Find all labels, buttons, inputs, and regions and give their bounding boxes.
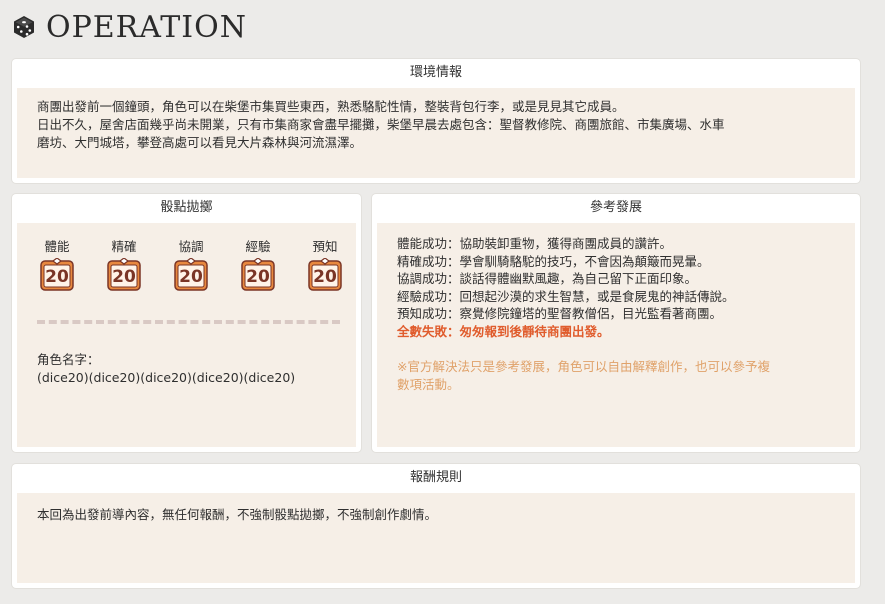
dashed-divider [37,320,340,324]
die-value: 20 [45,267,69,287]
die-value: 20 [112,267,136,287]
reward-text: 本回為出發前導內容，無任何報酬，不強制骰點拋擲，不強制創作劇情。 [37,507,438,522]
reference-lines: 體能成功：協助裝卸重物，獲得商團成員的讚許。 精確成功：學會馴騎駱駝的技巧，不會… [397,235,839,393]
die-label: 精確 [111,239,137,254]
die-stat-precision: 精確 20 [104,239,144,291]
environment-title: 環境情報 [409,65,462,80]
die-stat-strength: 體能 20 [37,239,77,291]
character-name-label: 角色名字： [37,352,100,367]
reference-note-line: ※官方解決法只是參考發展，角色可以自由解釋創作，也可以參予複 [397,359,770,374]
dice-row: 體能 20 精確 20 協調 20 經驗 20 預知 20 [37,239,345,291]
environment-line: 日出不久，屋舍店面幾乎尚未開業，只有市集商家會盡早擺攤，柴堡早晨去處包含：聖督教… [37,117,725,132]
reference-note: ※官方解決法只是參考發展，角色可以自由解釋創作，也可以參予複 數項活動。 [397,358,839,393]
environment-card: 環境情報 商團出發前一個鐘頭，角色可以在柴堡市集買些東西，熟悉駱駝性情，整裝背包… [12,59,860,183]
die-label: 協調 [178,239,204,254]
die-value: 20 [179,267,203,287]
environment-line: 磨坊、大門城塔，攀登高處可以看見大片森林與河流濕澤。 [37,135,363,150]
reference-line: 經驗成功：回想起沙漠的求生智慧，或是食屍鬼的神話傳說。 [397,288,735,304]
reference-body: 體能成功：協助裝卸重物，獲得商團成員的讚許。 精確成功：學會馴騎駱駝的技巧，不會… [377,223,855,447]
die-label: 體能 [44,239,70,254]
die-value: 20 [246,267,270,287]
d20-die: 20 [241,258,275,291]
page-header: OPERATION [12,8,247,46]
dice-formula: (dice20)(dice20)(dice20)(dice20)(dice20) [37,370,296,385]
die-stat-experience: 經驗 20 [238,239,278,291]
reference-line: 協調成功：談話得體幽默風趣，為自己留下正面印象。 [397,271,698,286]
reward-body: 本回為出發前導內容，無任何報酬，不強制骰點拋擲，不強制創作劇情。 [17,493,855,583]
die-label: 預知 [312,239,338,254]
reference-fail-line: 全數失敗：匆匆報到後靜待商團出發。 [397,323,610,339]
d20-die: 20 [308,258,342,291]
dice-roll-title: 骰點拋擲 [160,200,213,215]
character-name-block: 角色名字： (dice20)(dice20)(dice20)(dice20)(d… [37,351,295,387]
die-value: 20 [313,267,337,287]
die-stat-foresight: 預知 20 [305,239,345,291]
die-label: 經驗 [245,239,271,254]
reference-note-line: 數項活動。 [397,376,460,392]
reward-card: 報酬規則 本回為出發前導內容，無任何報酬，不強制骰點拋擲，不強制創作劇情。 [12,464,860,588]
reference-line: 體能成功：協助裝卸重物，獲得商團成員的讚許。 [397,236,673,251]
environment-body: 商團出發前一個鐘頭，角色可以在柴堡市集買些東西，熟悉駱駝性情，整裝背包行李，或是… [17,88,855,178]
dice-roll-body: 體能 20 精確 20 協調 20 經驗 20 預知 20 角色名字： (dic… [17,223,356,447]
dice-icon [12,15,36,39]
dice-roll-card: 骰點拋擲 體能 20 精確 20 協調 20 經驗 20 預知 20 角色名字：… [12,194,361,452]
d20-die: 20 [40,258,74,291]
page-title: OPERATION [46,9,247,45]
d20-die: 20 [174,258,208,291]
d20-die: 20 [107,258,141,291]
reference-line: 預知成功：察覺修院鐘塔的聖督教僧侶，目光監看著商團。 [397,306,723,321]
die-stat-coordination: 協調 20 [171,239,211,291]
reference-line: 精確成功：學會馴騎駱駝的技巧，不會因為顛簸而晃暈。 [397,253,710,269]
reference-card: 參考發展 體能成功：協助裝卸重物，獲得商團成員的讚許。 精確成功：學會馴騎駱駝的… [372,194,860,452]
reference-title: 參考發展 [589,200,642,215]
environment-line: 商團出發前一個鐘頭，角色可以在柴堡市集買些東西，熟悉駱駝性情，整裝背包行李，或是… [37,99,625,114]
reward-title: 報酬規則 [409,470,462,485]
